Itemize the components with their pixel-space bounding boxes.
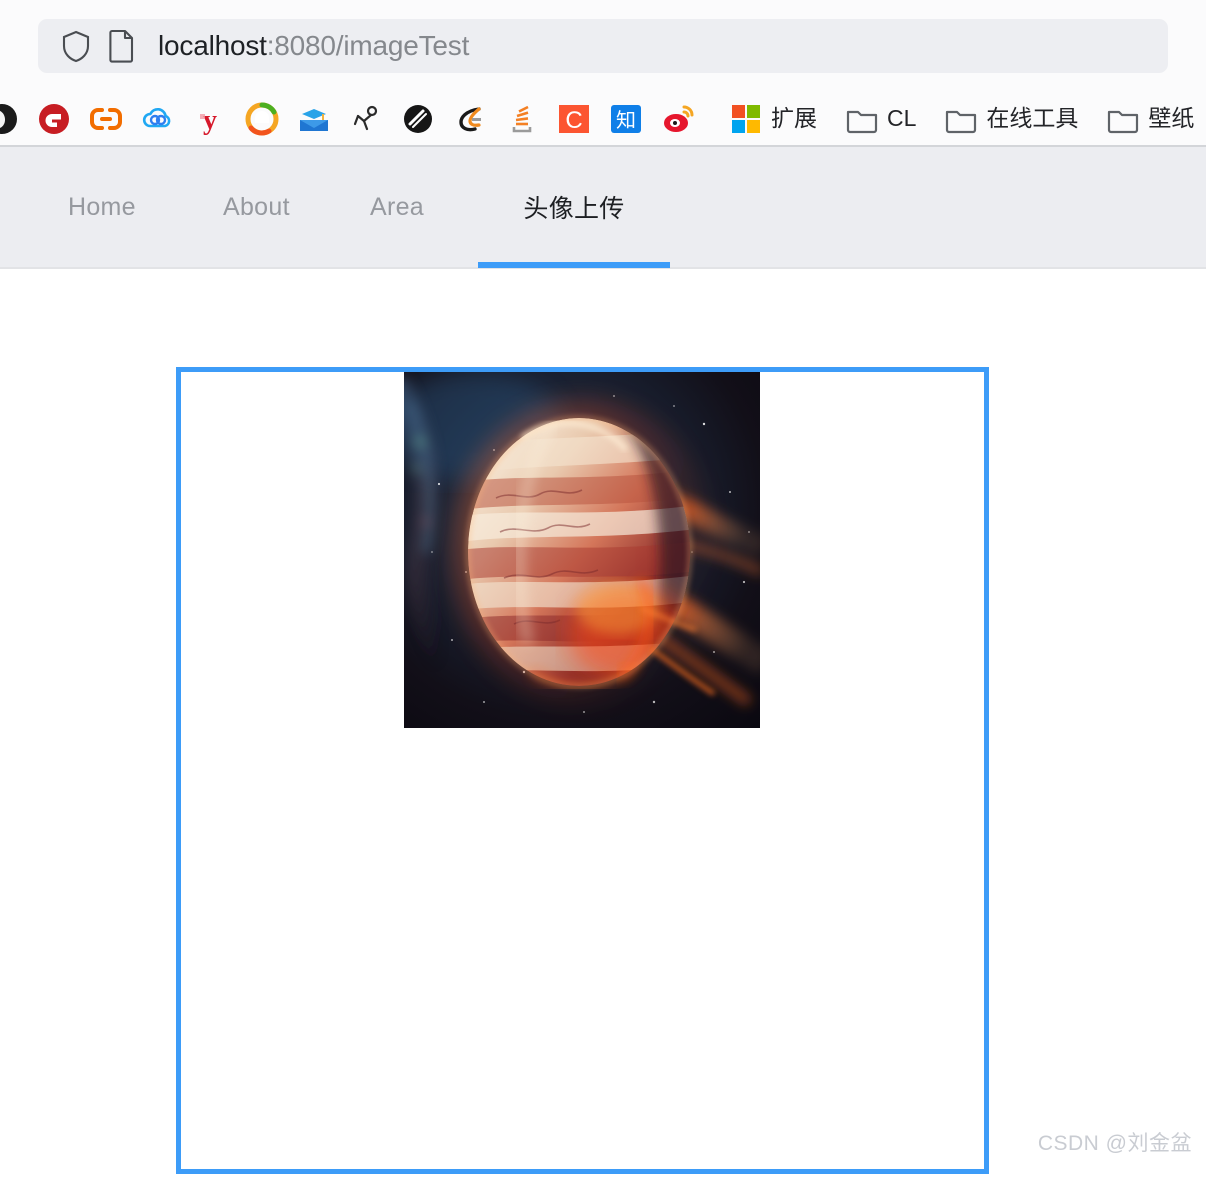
bookmark-dark-circle[interactable] (0, 98, 28, 140)
page-body: CSDN @刘金盆 (0, 269, 1206, 1174)
shield-icon[interactable] (60, 29, 92, 63)
microsoft-icon (729, 102, 763, 136)
bookmark-folder-online-tools[interactable]: 在线工具 (935, 98, 1087, 140)
folder-icon (1106, 102, 1140, 136)
weibo-icon (661, 102, 695, 136)
runner-icon (349, 102, 383, 136)
csdn-icon: C (557, 102, 591, 136)
bookmark-black-sphere[interactable] (392, 98, 444, 140)
bookmark-weibo[interactable] (652, 98, 704, 140)
folder-icon (944, 102, 978, 136)
bookmarks-bar[interactable]: y C 知 扩展 CL 在线工具 壁纸 (0, 92, 1206, 147)
nav-tab-label: 头像上传 (523, 195, 625, 223)
baidu-cloud-icon (141, 102, 175, 136)
bookmark-eleme[interactable] (444, 98, 496, 140)
nav-tab-label: About (223, 192, 290, 221)
dark-circle-icon (0, 102, 19, 136)
csdn-watermark: CSDN @刘金盆 (1037, 1132, 1192, 1155)
bookmark-youdao[interactable]: y (184, 98, 236, 140)
image-preview-box[interactable] (176, 367, 989, 1174)
bookmark-stackoverflow[interactable] (496, 98, 548, 140)
nav-tab-home[interactable]: Home (68, 146, 223, 268)
bookmark-label: 在线工具 (986, 105, 1079, 131)
svg-text:知: 知 (616, 108, 636, 132)
nav-tab-label: Home (68, 192, 136, 221)
page-nav-tabs[interactable]: Home About Area 头像上传 (0, 147, 1206, 269)
bookmark-orange-link[interactable] (80, 98, 132, 140)
bookmark-csdn[interactable]: C (548, 98, 600, 140)
browser-chrome: localhost:8080/imageTest y C 知 扩展 CL 在线工… (0, 0, 1206, 147)
avatar-preview[interactable] (404, 372, 760, 728)
bookmark-folder-cl[interactable]: CL (836, 98, 925, 140)
address-bar[interactable]: localhost:8080/imageTest (38, 19, 1168, 73)
bookmark-qq-browser[interactable] (236, 98, 288, 140)
bookmark-label: 壁纸 (1148, 105, 1195, 131)
bookmark-label: 扩展 (771, 105, 817, 131)
mail-graduation-icon (297, 102, 331, 136)
qq-browser-icon (245, 102, 279, 136)
bookmark-label: CL (887, 105, 917, 131)
bookmark-folder-wallpaper[interactable]: 壁纸 (1097, 98, 1203, 140)
nav-tab-label: Area (370, 192, 425, 221)
url-text[interactable]: localhost:8080/imageTest (158, 30, 469, 62)
bookmark-gitee[interactable] (28, 98, 80, 140)
nav-tab-area[interactable]: Area (370, 146, 478, 268)
url-path: :8080/imageTest (266, 30, 470, 61)
youdao-icon: y (193, 102, 227, 136)
bookmark-microsoft-extensions[interactable]: 扩展 (720, 98, 826, 140)
bookmark-baidu-cloud[interactable] (132, 98, 184, 140)
gitee-icon (37, 102, 71, 136)
svg-text:C: C (565, 107, 582, 134)
url-host: localhost (158, 30, 267, 61)
stackoverflow-icon (505, 102, 539, 136)
page-document-icon[interactable] (108, 29, 136, 63)
bookmark-zhihu[interactable]: 知 (600, 98, 652, 140)
zhihu-icon: 知 (609, 102, 643, 136)
planet-image (404, 372, 760, 728)
nav-tab-avatar-upload[interactable]: 头像上传 (478, 146, 670, 268)
black-sphere-icon (401, 102, 435, 136)
url-bar-row: localhost:8080/imageTest (0, 0, 1206, 92)
nav-tab-about[interactable]: About (223, 146, 370, 268)
bookmark-mail-graduation[interactable] (288, 98, 340, 140)
svg-text:y: y (203, 105, 217, 136)
orange-link-icon (89, 102, 123, 136)
bookmark-runner[interactable] (340, 98, 392, 140)
folder-icon (845, 102, 879, 136)
eleme-icon (453, 102, 487, 136)
